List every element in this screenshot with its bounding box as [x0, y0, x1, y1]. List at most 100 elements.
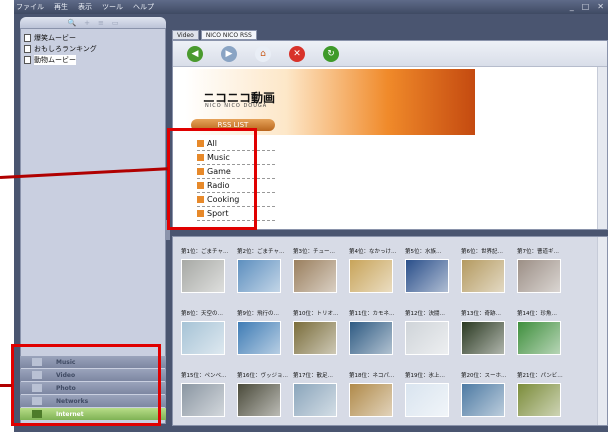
forward-arrow-icon[interactable]: ▶ [221, 45, 237, 62]
video-thumbnail[interactable]: 第1位：ごまチャ… [181, 247, 233, 297]
document-icon [24, 33, 31, 42]
video-thumbnail[interactable]: 第12位：決闘… [405, 309, 457, 359]
thumbnail-image[interactable] [293, 321, 337, 355]
menu: ファイル 再生 表示 ツール ヘルプ [16, 1, 154, 13]
thumbnail-caption: 第14位：珍魚… [517, 311, 557, 317]
menu-item[interactable]: ツール [102, 1, 123, 13]
thumbnail-caption: 第7位：曹道ギ… [517, 249, 559, 255]
thumbnail-caption: 第16位：ヴッジョ… [237, 373, 288, 379]
video-thumbnail[interactable]: 第19位：氷上… [405, 371, 457, 421]
thumbnail-image[interactable] [517, 321, 561, 355]
video-thumbnail[interactable]: 第18位：ネコパ… [349, 371, 401, 421]
thumbnail-image[interactable] [349, 259, 393, 293]
thumbnail-image[interactable] [461, 259, 505, 293]
thumbnail-image[interactable] [237, 259, 281, 293]
thumbnail-grid: 第1位：ごまチャ… 第2位：ごまチャ… 第3位：チュー… 第4位：なかっけ… 第5位：水… [181, 247, 573, 421]
minimize-icon[interactable]: _ [570, 1, 574, 13]
nico-logo-sub: NICO NICO DOUGA [205, 103, 268, 109]
thumbnail-scrollbar[interactable] [597, 237, 607, 425]
menu-item[interactable]: ヘルプ [133, 1, 154, 13]
thumbnail-image[interactable] [349, 321, 393, 355]
thumbnail-caption: 第21位：パンビ… [517, 373, 563, 379]
video-thumbnail[interactable]: 第4位：なかっけ… [349, 247, 401, 297]
thumbnail-caption: 第12位：決闘… [405, 311, 445, 317]
tree-item[interactable]: 爆笑ムービー [24, 32, 97, 43]
window-controls: _ □ ✕ [570, 1, 604, 13]
thumbnail-caption: 第3位：チュー… [293, 249, 335, 255]
tab-1[interactable]: NICO NICO RSS [200, 30, 257, 40]
thumbnail-caption: 第17位：散足… [293, 373, 333, 379]
tree-item[interactable]: 動物ムービー [24, 54, 97, 65]
home-icon[interactable]: ⌂ [255, 45, 271, 62]
video-thumbnail[interactable]: 第16位：ヴッジョ… [237, 371, 289, 421]
video-thumbnail[interactable]: 第17位：散足… [293, 371, 345, 421]
category-highlight [11, 344, 161, 426]
video-thumbnail[interactable]: 第13位：奇跡… [461, 309, 513, 359]
video-thumbnail[interactable]: 第15位：ペンベ… [181, 371, 233, 421]
video-thumbnail[interactable]: 第2位：ごまチャ… [237, 247, 289, 297]
thumbnail-caption: 第15位：ペンベ… [181, 373, 227, 379]
rss-list-highlight [167, 128, 257, 230]
thumbnail-panel: 第1位：ごまチャ… 第2位：ごまチャ… 第3位：チュー… 第4位：なかっけ… 第5位：水… [172, 236, 608, 426]
document-icon [24, 55, 31, 64]
menu-item[interactable]: 表示 [78, 1, 92, 13]
video-thumbnail[interactable]: 第21位：パンビ… [517, 371, 569, 421]
menu-bar: ファイル 再生 表示 ツール ヘルプ _ □ ✕ [14, 0, 608, 14]
thumbnail-caption: 第9位：飛行の… [237, 311, 279, 317]
tab-strip: Video NICO NICO RSS [172, 30, 257, 40]
back-arrow-icon[interactable]: ◀ [187, 45, 203, 62]
thumbnail-image[interactable] [181, 321, 225, 355]
thumbnail-image[interactable] [349, 383, 393, 417]
video-thumbnail[interactable]: 第8位：天空の… [181, 309, 233, 359]
thumbnail-image[interactable] [461, 383, 505, 417]
thumbnail-image[interactable] [293, 259, 337, 293]
video-thumbnail[interactable]: 第5位：水族… [405, 247, 457, 297]
video-thumbnail[interactable]: 第6位：世界記… [461, 247, 513, 297]
thumbnail-caption: 第20位：スーホ… [461, 373, 507, 379]
thumbnail-image[interactable] [181, 259, 225, 293]
view-icon[interactable]: ▭ [112, 19, 119, 27]
video-thumbnail[interactable]: 第14位：珍魚… [517, 309, 569, 359]
thumbnail-caption: 第8位：天空の… [181, 311, 223, 317]
thumbnail-caption: 第19位：氷上… [405, 373, 445, 379]
thumbnail-image[interactable] [461, 321, 505, 355]
thumbnail-image[interactable] [181, 383, 225, 417]
thumbnail-caption: 第13位：奇跡… [461, 311, 501, 317]
menu-item[interactable]: ファイル [16, 1, 44, 13]
thumbnail-image[interactable] [237, 321, 281, 355]
video-thumbnail[interactable]: 第10位：トリオ… [293, 309, 345, 359]
video-thumbnail[interactable]: 第9位：飛行の… [237, 309, 289, 359]
browser-scrollbar[interactable] [597, 67, 607, 229]
refresh-icon[interactable]: ↻ [323, 45, 339, 62]
thumbnail-image[interactable] [405, 259, 449, 293]
thumbnail-caption: 第5位：水族… [405, 249, 442, 255]
thumbnail-caption: 第2位：ごまチャ… [237, 249, 285, 255]
thumbnail-image[interactable] [517, 259, 561, 293]
video-thumbnail[interactable]: 第3位：チュー… [293, 247, 345, 297]
thumbnail-image[interactable] [405, 383, 449, 417]
browser-navbar: ◀ ▶ ⌂ ✕ ↻ [173, 41, 607, 67]
list-icon[interactable]: ≡ [98, 19, 104, 27]
thumbnail-image[interactable] [405, 321, 449, 355]
menu-item[interactable]: 再生 [54, 1, 68, 13]
video-thumbnail[interactable]: 第20位：スーホ… [461, 371, 513, 421]
thumbnail-caption: 第18位：ネコパ… [349, 373, 395, 379]
video-thumbnail[interactable]: 第11位：カモネ… [349, 309, 401, 359]
tab-0[interactable]: Video [172, 30, 199, 40]
document-icon [24, 44, 31, 53]
callout-line-2 [0, 384, 12, 387]
maximize-icon[interactable]: □ [582, 1, 590, 13]
thumbnail-caption: 第10位：トリオ… [293, 311, 339, 317]
thumbnail-image[interactable] [517, 383, 561, 417]
video-thumbnail[interactable]: 第7位：曹道ギ… [517, 247, 569, 297]
thumbnail-caption: 第11位：カモネ… [349, 311, 395, 317]
search-icon[interactable]: 🔍 [67, 19, 76, 27]
add-icon[interactable]: + [84, 19, 90, 27]
tree-item-label: 爆笑ムービー [34, 33, 76, 42]
thumbnail-image[interactable] [237, 383, 281, 417]
thumbnail-caption: 第1位：ごまチャ… [181, 249, 229, 255]
stop-icon[interactable]: ✕ [289, 45, 305, 62]
thumbnail-image[interactable] [293, 383, 337, 417]
close-icon[interactable]: ✕ [597, 1, 604, 13]
tree-item[interactable]: おもしろランキング [24, 43, 97, 54]
